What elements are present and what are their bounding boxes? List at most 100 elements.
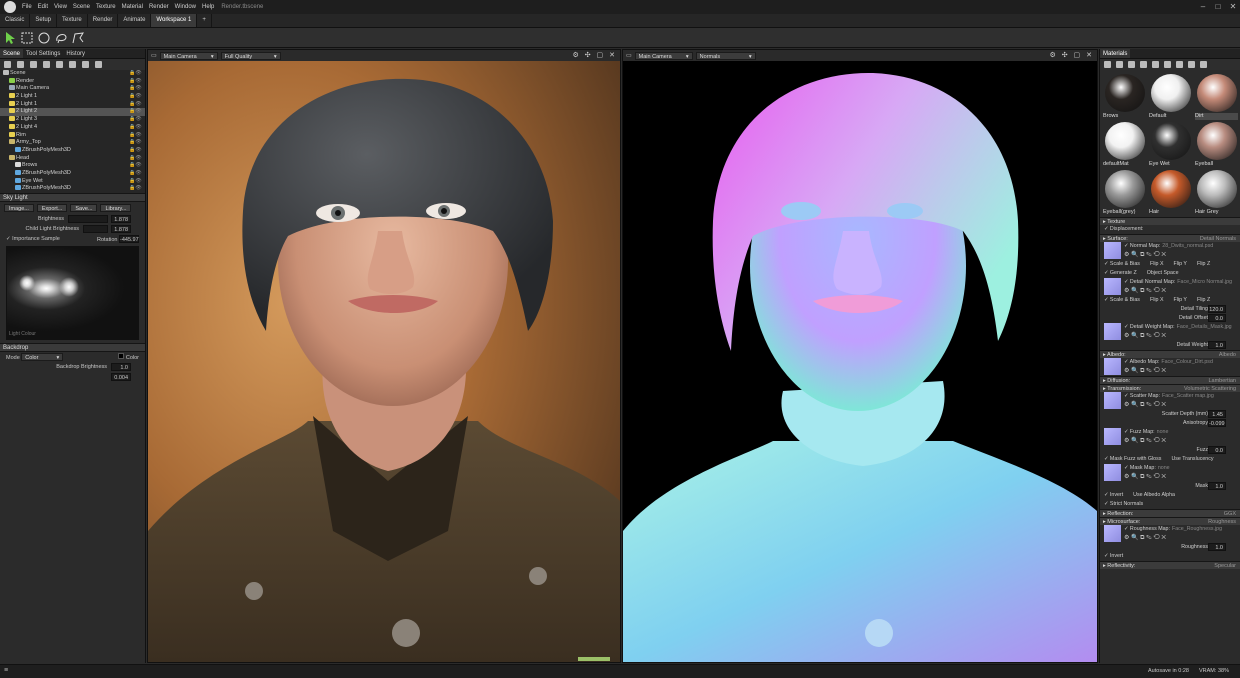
- fuzz-map-row[interactable]: ✓ Fuzz Map: none ⚙ 🔍 ⧉ ✎ ⟲ ✕: [1100, 428, 1240, 446]
- visibility-icon[interactable]: 🔒👁: [129, 124, 142, 130]
- scatter-map-row[interactable]: ✓ Scatter Map: Face_Scatter map.jpg ⚙ 🔍 ⧉ …: [1100, 392, 1240, 410]
- map-tool-icons[interactable]: ⚙ 🔍 ⧉ ✎ ⟲ ✕: [1124, 534, 1240, 543]
- visibility-icon[interactable]: 🔒👁: [129, 140, 142, 145]
- mode-dropdown[interactable]: Color ▾: [21, 353, 64, 361]
- tree-item[interactable]: Render 🔒👁: [0, 78, 145, 86]
- visibility-icon[interactable]: 🔒👁: [129, 86, 142, 91]
- visibility-icon[interactable]: 🔒👁: [129, 178, 142, 184]
- visibility-icon[interactable]: 🔒👁: [129, 78, 142, 84]
- texture-thumbnail[interactable]: [1104, 392, 1121, 409]
- export-button[interactable]: Export...: [36, 204, 68, 212]
- pick-icon[interactable]: [1188, 61, 1195, 68]
- menu-edit[interactable]: Edit: [35, 0, 51, 14]
- menu-window[interactable]: Window: [172, 0, 199, 14]
- menu-scene[interactable]: Scene: [70, 0, 93, 14]
- tree-item[interactable]: 2 Light 4 🔒👁: [0, 124, 145, 132]
- detail-weight-map-row[interactable]: ✓ Detail Weight Map: Face_Details_Mask.jp…: [1100, 323, 1240, 341]
- visibility-icon[interactable]: 🔒👁: [129, 163, 142, 168]
- tree-item[interactable]: 2 Light 3 🔒👁: [0, 116, 145, 124]
- value-field[interactable]: 120.0: [1208, 305, 1226, 313]
- normal-map-row[interactable]: ✓ Normal Map: 28_Dwits_normal.psd ⚙ 🔍 ⧉ ✎ …: [1100, 242, 1240, 260]
- select-arrow-icon[interactable]: [4, 31, 16, 44]
- library-button[interactable]: Library...: [100, 204, 132, 212]
- add-light-icon[interactable]: [17, 61, 24, 68]
- tree-item[interactable]: Eye Wet 🔒👁: [0, 178, 145, 186]
- map-file[interactable]: Face_Details_Mask.jpg: [1177, 324, 1232, 330]
- rotation-field[interactable]: -445.97: [119, 235, 139, 243]
- visibility-icon[interactable]: 🔒👁: [129, 132, 142, 138]
- material-thumbnail[interactable]: Brows: [1103, 73, 1146, 119]
- texture-thumbnail[interactable]: [1104, 242, 1121, 259]
- view-mode-dropdown[interactable]: Normals ▾: [695, 51, 756, 60]
- image-button[interactable]: Image...: [4, 204, 34, 212]
- row-option[interactable]: Object Space: [1147, 270, 1179, 276]
- surface-section[interactable]: ▸ Surface: Detail Normals: [1100, 234, 1240, 242]
- add-camera-icon[interactable]: [30, 61, 37, 68]
- map-tool-icons[interactable]: ⚙ 🔍 ⧉ ✎ ⟲ ✕: [1124, 473, 1240, 482]
- folder-icon[interactable]: [95, 61, 102, 68]
- visibility-icon[interactable]: 🔒👁: [129, 186, 142, 191]
- visibility-icon[interactable]: 🔒👁: [129, 71, 142, 76]
- tree-item[interactable]: 2 Light 1 🔒👁: [0, 101, 145, 109]
- save-icon[interactable]: [1176, 61, 1183, 68]
- material-thumbnail[interactable]: Hair Grey: [1195, 169, 1238, 215]
- map-file[interactable]: none: [1158, 465, 1170, 471]
- material-thumbnail[interactable]: defaultMat: [1103, 121, 1146, 167]
- map-file[interactable]: none: [1157, 429, 1169, 435]
- viewport-normals[interactable]: ▭ Main Camera ▾ Normals ▾ ⚙ ✣ ▢ ✕: [622, 49, 1098, 663]
- map-tool-icons[interactable]: ⚙ 🔍 ⧉ ✎ ⟲ ✕: [1124, 251, 1240, 260]
- backdrop-extra-field[interactable]: 0.004: [111, 373, 131, 381]
- add-object-icon[interactable]: [4, 61, 11, 68]
- strict-normals-row[interactable]: ✓ Strict Normals: [1100, 500, 1240, 509]
- import-material-icon[interactable]: [1116, 61, 1123, 68]
- scale-bias-row-2[interactable]: ✓ Scale & Bias Flip X Flip Y Flip Z: [1100, 296, 1240, 305]
- value-field[interactable]: 1.0: [1208, 482, 1226, 490]
- polygon-select-icon[interactable]: [72, 31, 84, 44]
- value-field[interactable]: -0.099: [1208, 419, 1226, 427]
- menu-material[interactable]: Material: [119, 0, 146, 14]
- brightness-field[interactable]: 1.878: [111, 215, 131, 223]
- mask-map-row[interactable]: ✓ Mask Map: none ⚙ 🔍 ⧉ ✎ ⟲ ✕: [1100, 464, 1240, 482]
- viewport-render[interactable]: ▭ Main Camera ▾ Full Quality ▾ ⚙ ✣ ▢ ✕: [147, 49, 621, 663]
- albedo-map-row[interactable]: ✓ Albedo Map: Face_Colour_Dirt.psd ⚙ 🔍 ⧉ ✎…: [1100, 358, 1240, 376]
- texture-thumbnail[interactable]: [1104, 278, 1121, 295]
- map-file[interactable]: Face_Micro Normal.jpg: [1177, 279, 1232, 285]
- visibility-icon[interactable]: 🔒👁: [129, 117, 142, 122]
- mask-fuzz-row[interactable]: ✓ Mask Fuzz with Gloss Use Translucency: [1100, 455, 1240, 464]
- value-field[interactable]: 1.0: [1208, 543, 1226, 551]
- add-workspace-tab[interactable]: +: [197, 14, 212, 27]
- quality-dropdown[interactable]: Full Quality ▾: [220, 51, 281, 60]
- tree-item[interactable]: Army_Top 🔒👁: [0, 139, 145, 147]
- texture-section[interactable]: ▸ Texture: [1100, 217, 1240, 225]
- tab-animate[interactable]: Animate: [118, 14, 152, 27]
- tab-render[interactable]: Render: [88, 14, 119, 27]
- tab-classic[interactable]: Classic: [0, 14, 31, 27]
- visibility-icon[interactable]: 🔒👁: [129, 147, 142, 153]
- viewport-controls-2[interactable]: ⚙ ✣ ▢ ✕: [1050, 51, 1094, 59]
- value-field[interactable]: 1.45: [1208, 410, 1226, 418]
- tree-item[interactable]: ZBrushPolyMesh3D 🔒👁: [0, 185, 145, 193]
- material-thumbnail[interactable]: Eyeball: [1195, 121, 1238, 167]
- texture-thumbnail[interactable]: [1104, 358, 1121, 375]
- brightness-slider[interactable]: [68, 215, 108, 223]
- tree-item[interactable]: Brows 🔒👁: [0, 162, 145, 170]
- invert-row[interactable]: ✓ Invert Use Albedo Alpha: [1100, 491, 1240, 500]
- texture-thumbnail[interactable]: [1104, 323, 1121, 340]
- sky-light-header[interactable]: Sky Light: [0, 193, 145, 202]
- invert-row-2[interactable]: ✓ Invert: [1100, 552, 1240, 561]
- tab-history[interactable]: History: [63, 49, 88, 58]
- backdrop-header[interactable]: Backdrop: [0, 343, 145, 352]
- add-mesh-icon[interactable]: [56, 61, 63, 68]
- diffusion-section[interactable]: ▸ Diffusion: Lambertian: [1100, 376, 1240, 384]
- map-file[interactable]: Face_Colour_Dirt.psd: [1161, 359, 1213, 365]
- map-tool-icons[interactable]: ⚙ 🔍 ⧉ ✎ ⟲ ✕: [1124, 332, 1240, 341]
- ellipse-select-icon[interactable]: [38, 32, 50, 44]
- map-tool-icons[interactable]: ⚙ 🔍 ⧉ ✎ ⟲ ✕: [1124, 401, 1240, 410]
- menu-texture[interactable]: Texture: [93, 0, 119, 14]
- map-file[interactable]: Face_Scatter map.jpg: [1162, 393, 1214, 399]
- delete-icon[interactable]: [82, 61, 89, 68]
- value-field[interactable]: 0.0: [1208, 314, 1226, 322]
- detail-normal-row[interactable]: ✓ Detail Normal Map: Face_Micro Normal.jp…: [1100, 278, 1240, 296]
- tab-texture[interactable]: Texture: [57, 14, 88, 27]
- row-option[interactable]: Flip X: [1150, 297, 1164, 303]
